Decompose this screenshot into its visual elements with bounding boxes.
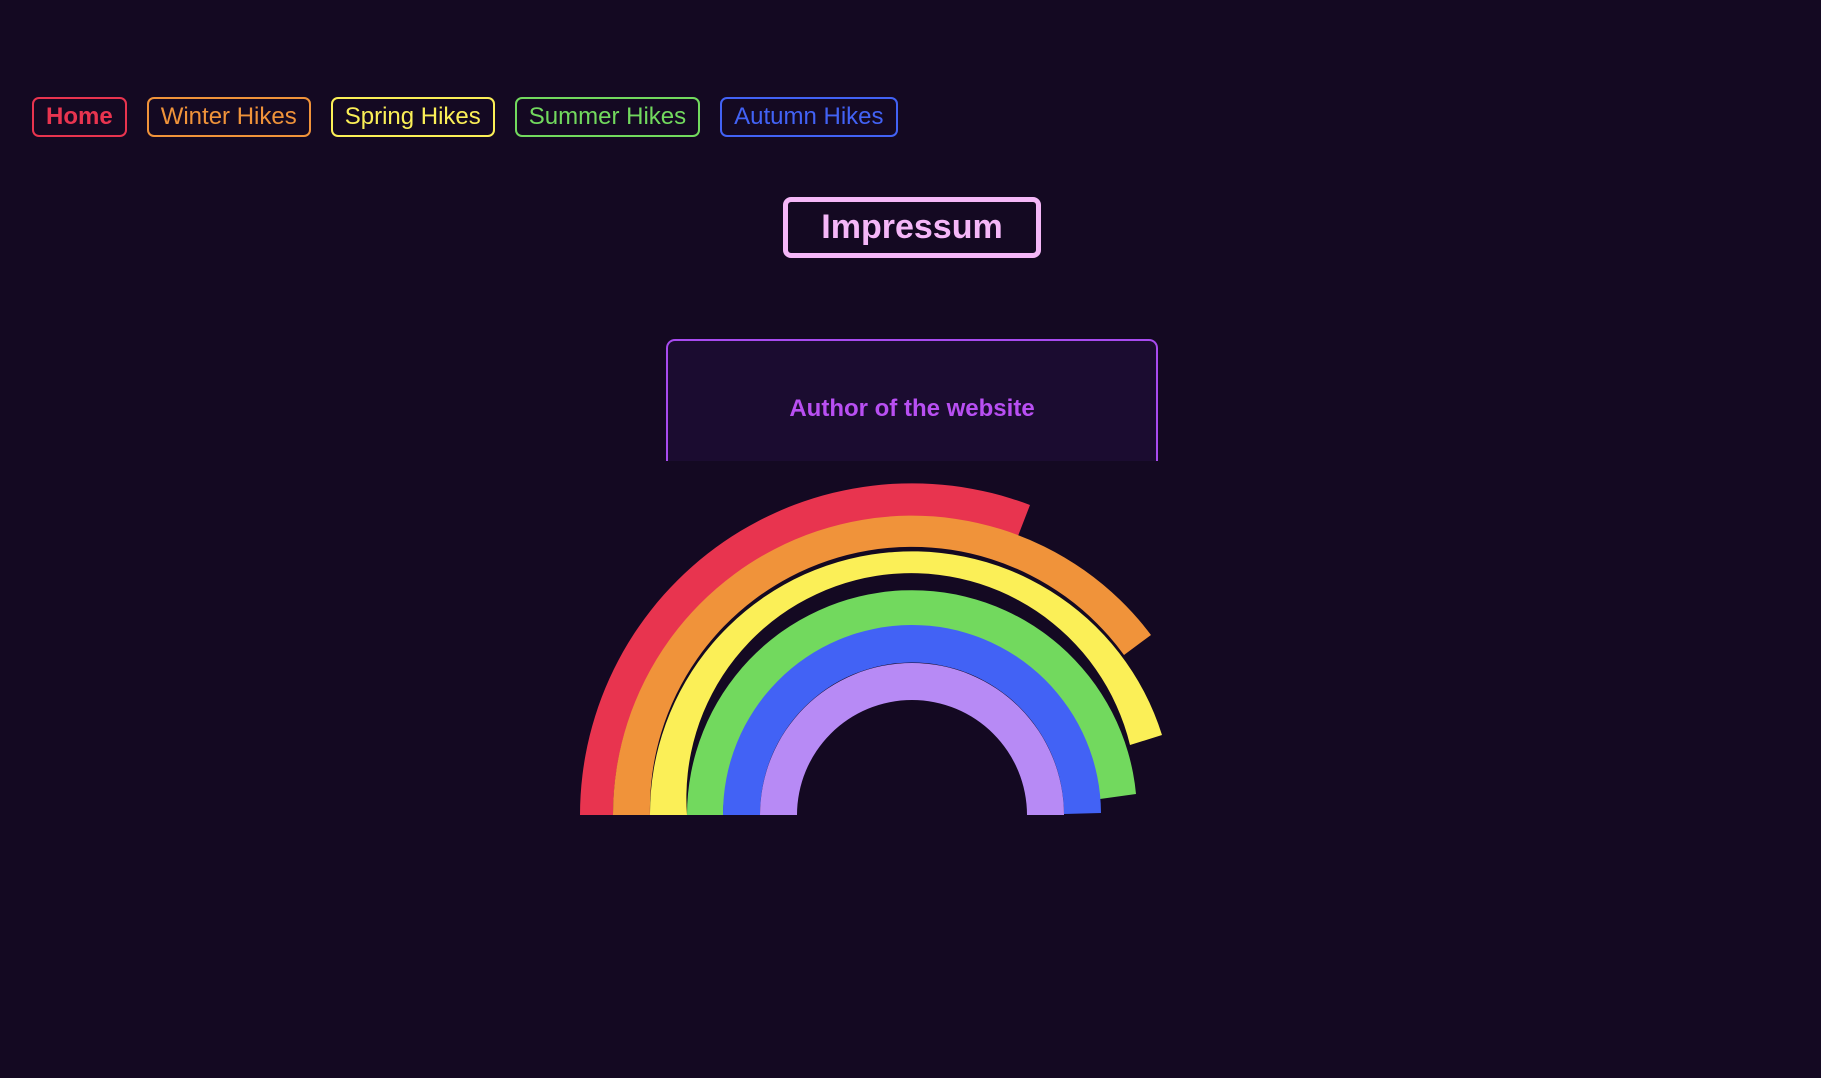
author-card: Author of the website — [666, 339, 1158, 461]
page: Home Winter Hikes Spring Hikes Summer Hi… — [0, 0, 1821, 1078]
rainbow-graphic — [580, 483, 1163, 815]
main-nav: Home Winter Hikes Spring Hikes Summer Hi… — [32, 97, 898, 137]
nav-autumn-hikes-link[interactable]: Autumn Hikes — [720, 97, 898, 137]
author-card-label: Author of the website — [789, 395, 1035, 422]
nav-summer-hikes-link[interactable]: Summer Hikes — [514, 97, 701, 137]
nav-winter-hikes-link[interactable]: Winter Hikes — [146, 97, 311, 137]
page-title: Impressum — [783, 197, 1041, 258]
nav-home-link[interactable]: Home — [32, 97, 127, 137]
nav-spring-hikes-link[interactable]: Spring Hikes — [330, 97, 495, 137]
